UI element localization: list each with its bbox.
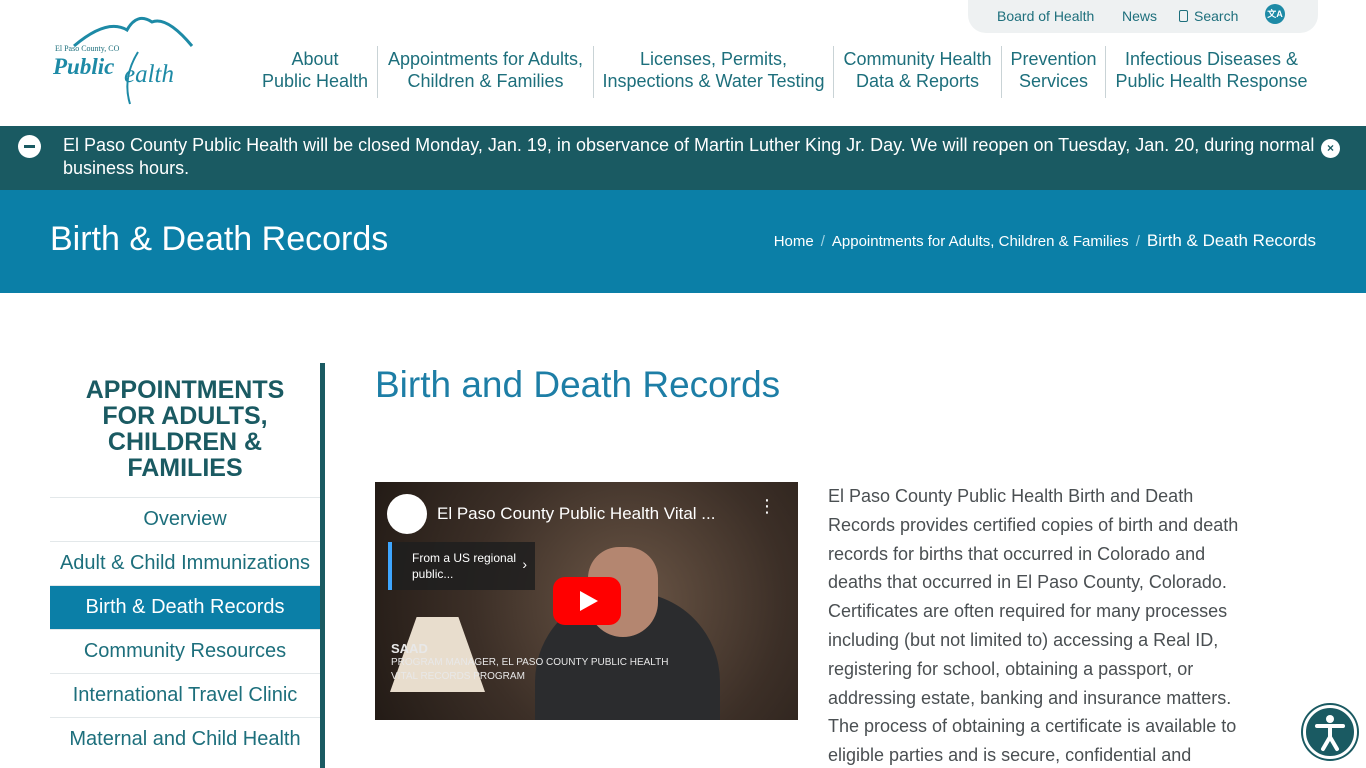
nav-prevention[interactable]: Prevention Services [1001,46,1105,98]
breadcrumb-home[interactable]: Home [774,233,814,250]
search-icon [1179,10,1188,22]
search-link[interactable]: Search [1179,8,1238,24]
nav-infectious-diseases[interactable]: Infectious Diseases & Public Health Resp… [1105,46,1317,98]
breadcrumb-appointments[interactable]: Appointments for Adults, Children & Fami… [832,233,1129,250]
alert-banner: El Paso County Public Health will be clo… [0,126,1366,190]
breadcrumb-separator: / [820,233,825,250]
nav-label: Data & Reports [855,71,980,91]
sidebar: APPOINTMENTS FOR ADULTS, CHILDREN & FAMI… [50,363,325,768]
sidebar-item-overview[interactable]: Overview [50,497,320,541]
nav-label: Community Health [843,49,992,69]
nav-appointments[interactable]: Appointments for Adults, Children & Fami… [377,46,593,98]
nav-label: Public Health Response [1115,71,1308,91]
nav-label: Children & Families [407,71,564,91]
nav-label: Prevention [1010,49,1097,69]
sidebar-item-maternal-child-health[interactable]: Maternal and Child Health [50,717,320,761]
sidebar-item-community-resources[interactable]: Community Resources [50,629,320,673]
site-logo[interactable]: El Paso County, CO Public ealth [52,8,202,108]
chevron-right-icon: › [522,556,527,572]
news-link[interactable]: News [1122,8,1157,24]
accessibility-figure-icon [1315,715,1345,751]
video-title[interactable]: El Paso County Public Health Vital ... [437,504,742,524]
logo-county: El Paso County, CO [55,44,120,53]
channel-avatar[interactable] [387,494,427,534]
content-heading: Birth and Death Records [375,364,781,405]
more-options-icon[interactable]: ⋮ [758,497,776,524]
translate-icon[interactable]: 文A [1265,4,1285,24]
page-title-band: Birth & Death Records Home / Appointments … [0,190,1366,293]
lower-third: SAAD PROGRAM MANAGER, EL PASO COUNTY PUB… [391,642,668,684]
nav-community-health-data[interactable]: Community Health Data & Reports [833,46,1001,98]
sidebar-title: APPOINTMENTS FOR ADULTS, CHILDREN & FAMI… [85,376,285,482]
nav-label: About [291,49,339,69]
page-title: Birth & Death Records [50,220,389,258]
site-header: El Paso County, CO Public ealth Board of… [0,0,1366,126]
utility-nav: Board of Health News Search 文A [968,0,1318,33]
nav-licenses[interactable]: Licenses, Permits, Inspections & Water T… [593,46,833,98]
nav-about[interactable]: About Public Health [255,46,375,98]
nav-label: Appointments for Adults, [387,49,584,69]
nav-label: Infectious Diseases & [1124,49,1299,69]
nav-label: Licenses, Permits, [639,49,788,69]
collapse-alert-icon[interactable] [18,135,41,158]
info-card[interactable]: From a US regional public... › [388,542,535,590]
nav-label: Services [1018,71,1089,91]
lower-third-role: PROGRAM MANAGER, EL PASO COUNTY PUBLIC H… [391,657,669,668]
search-label: Search [1194,8,1239,24]
sidebar-item-birth-death-records[interactable]: Birth & Death Records [50,585,320,629]
nav-label: Public Health [261,71,369,91]
breadcrumb-current: Birth & Death Records [1146,231,1316,250]
alert-text: El Paso County Public Health will be clo… [63,135,1315,178]
sidebar-item-travel-clinic[interactable]: International Travel Clinic [50,673,320,717]
sidebar-item-immunizations[interactable]: Adult & Child Immunizations [50,541,320,585]
breadcrumb: Home / Appointments for Adults, Children &… [774,231,1316,251]
logo-word-health: ealth [124,61,174,88]
intro-paragraph: El Paso County Public Health Birth and D… [828,486,1239,766]
board-of-health-link[interactable]: Board of Health [997,8,1094,24]
info-card-text: From a US regional public... [412,551,517,581]
play-button-icon[interactable] [553,577,621,625]
close-icon[interactable]: × [1321,139,1340,158]
nav-label: Inspections & Water Testing [602,71,825,91]
video-player[interactable]: El Paso County Public Health Vital ... ⋮… [375,482,798,720]
accessibility-icon[interactable] [1303,705,1357,759]
logo-word-public: Public [53,54,115,79]
breadcrumb-separator: / [1135,233,1140,250]
lower-third-program: VITAL RECORDS PROGRAM [391,671,525,682]
lower-third-name: SAAD [391,641,428,656]
